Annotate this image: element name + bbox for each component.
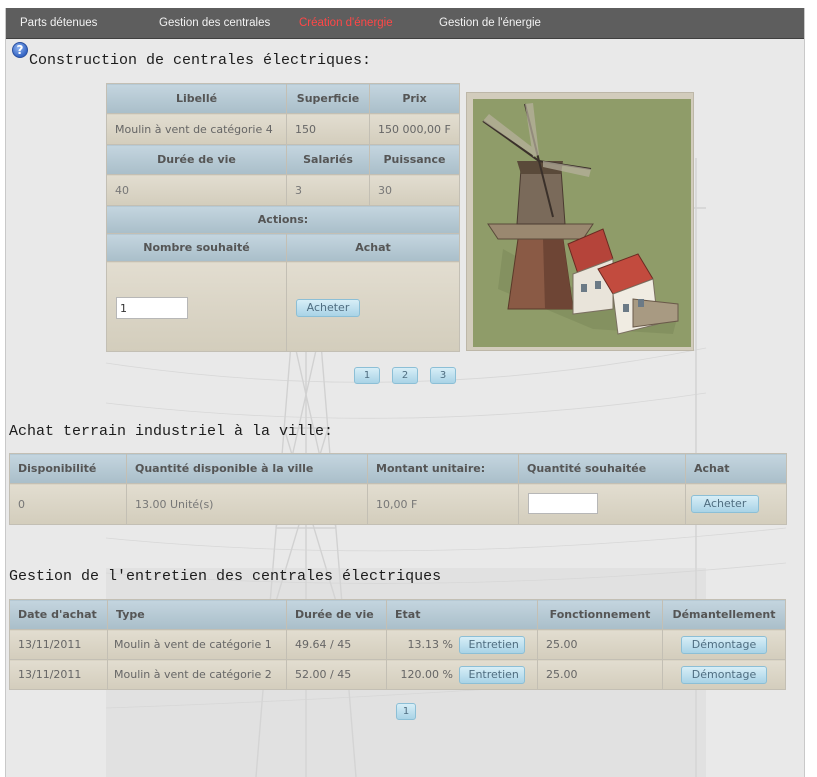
entretien-table: Date d'achat Type Durée de vie Etat Fonc… (9, 599, 786, 690)
header-fonctionnement: Fonctionnement (537, 599, 663, 630)
entretien-title: Gestion de l'entretien des centrales éle… (9, 568, 442, 585)
row-etat-cell: 13.13 % Entretien (386, 629, 538, 660)
quantity-input[interactable] (116, 297, 188, 319)
entretien-button[interactable]: Entretien (458, 635, 525, 654)
windmill-image (473, 99, 691, 347)
row-type: Moulin à vent de catégorie 2 (107, 659, 287, 690)
value-superficie: 150 (286, 113, 370, 145)
demontage-button[interactable]: Démontage (681, 635, 767, 654)
row-fonctionnement: 25.00 (537, 629, 663, 660)
header-duree-vie: Durée de vie (286, 599, 387, 630)
value-disponibilite: 0 (9, 483, 127, 525)
header-type: Type (107, 599, 287, 630)
value-salaries: 3 (286, 174, 370, 206)
header-libelle: Libellé (106, 83, 287, 114)
table-row: 13/11/2011 Moulin à vent de catégorie 1 … (9, 629, 786, 660)
header-quantite-souhaitee: Quantité souhaitée (518, 453, 686, 484)
row-duree: 49.64 / 45 (286, 629, 387, 660)
value-prix: 150 000,00 F (369, 113, 460, 145)
construction-page-1[interactable]: 1 (354, 367, 380, 384)
header-superficie: Superficie (286, 83, 370, 114)
demontage-button[interactable]: Démontage (681, 665, 767, 684)
header-achat: Achat (286, 233, 460, 262)
row-etat: 13.13 % (407, 637, 453, 651)
header-salaries: Salariés (286, 144, 370, 175)
row-duree: 52.00 / 45 (286, 659, 387, 690)
header-puissance: Puissance (369, 144, 460, 175)
construction-page-3[interactable]: 3 (430, 367, 456, 384)
row-date: 13/11/2011 (9, 629, 108, 660)
table-row: 13/11/2011 Moulin à vent de catégorie 2 … (9, 659, 786, 690)
plant-image-frame (466, 92, 694, 351)
row-type: Moulin à vent de catégorie 1 (107, 629, 287, 660)
header-montant-unitaire: Montant unitaire: (367, 453, 519, 484)
entretien-button[interactable]: Entretien (458, 665, 525, 684)
help-icon[interactable]: ? (12, 42, 28, 58)
header-duree-de-vie: Durée de vie (106, 144, 287, 175)
value-puissance: 30 (369, 174, 460, 206)
buy-plant-button[interactable]: Acheter (296, 299, 360, 317)
content-frame: Parts détenues Gestion des centrales Cré… (5, 8, 805, 777)
construction-title: Construction de centrales électriques: (29, 52, 372, 69)
header-quantite-disponible: Quantité disponible à la ville (126, 453, 368, 484)
row-etat-cell: 120.00 % Entretien (386, 659, 538, 690)
buy-terrain-button[interactable]: Acheter (691, 495, 759, 513)
terrain-table: Disponibilité Quantité disponible à la v… (9, 453, 787, 525)
header-actions: Actions: (106, 205, 460, 234)
nav-gestion-centrales[interactable]: Gestion des centrales (159, 8, 270, 39)
row-demontage-cell: Démontage (662, 629, 786, 660)
terrain-quantity-input[interactable] (528, 493, 598, 514)
value-duree-de-vie: 40 (106, 174, 287, 206)
value-montant-unitaire: 10,00 F (367, 483, 519, 525)
header-achat-terrain: Achat (685, 453, 787, 484)
terrain-title: Achat terrain industriel à la ville: (9, 423, 334, 440)
header-prix: Prix (369, 83, 460, 114)
row-demontage-cell: Démontage (662, 659, 786, 690)
construction-page-2[interactable]: 2 (392, 367, 418, 384)
row-date: 13/11/2011 (9, 659, 108, 690)
value-quantite-disponible: 13.00 Unité(s) (126, 483, 368, 525)
top-nav: Parts détenues Gestion des centrales Cré… (6, 8, 804, 39)
nav-creation-energie[interactable]: Création d'énergie (299, 8, 393, 39)
header-disponibilite: Disponibilité (9, 453, 127, 484)
value-libelle: Moulin à vent de catégorie 4 (106, 113, 287, 145)
row-etat: 120.00 % (400, 667, 453, 681)
header-demantellement: Démantellement (662, 599, 786, 630)
header-etat: Etat (386, 599, 538, 630)
header-nombre-souhaite: Nombre souhaité (106, 233, 287, 262)
header-date-achat: Date d'achat (9, 599, 108, 630)
row-fonctionnement: 25.00 (537, 659, 663, 690)
windmill-illustration (482, 103, 679, 335)
nav-parts-detenues[interactable]: Parts détenues (20, 8, 97, 39)
nav-gestion-energie[interactable]: Gestion de l'énergie (439, 8, 541, 39)
entretien-page-1[interactable]: 1 (396, 703, 416, 720)
